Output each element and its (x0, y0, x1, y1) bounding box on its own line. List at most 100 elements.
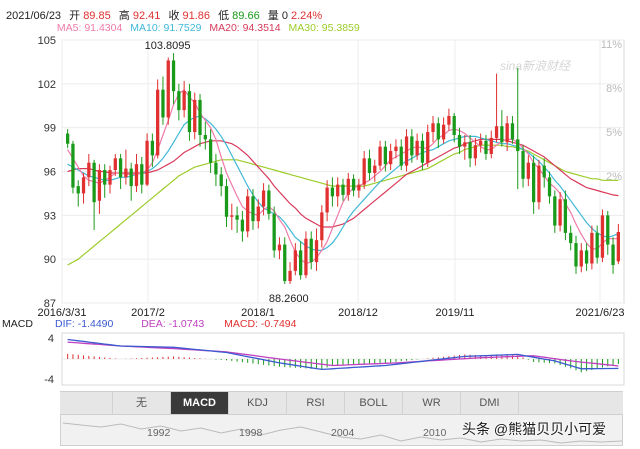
candle-body (357, 184, 361, 191)
tab-boll[interactable]: BOLL (345, 392, 403, 414)
candle-body (516, 139, 520, 152)
candle (330, 177, 335, 207)
candle-body (256, 206, 260, 222)
tab-macd[interactable]: MACD (171, 392, 229, 414)
candle-body (208, 139, 213, 163)
candle-body (346, 178, 350, 195)
candle (468, 134, 472, 168)
candle-body (145, 140, 149, 185)
candle (558, 191, 562, 232)
navigator-year: 2010 (423, 427, 447, 439)
candle-body (399, 146, 403, 166)
candle-body (595, 232, 599, 258)
candle-body (134, 164, 139, 187)
candle-body (214, 162, 218, 175)
candle-body (314, 240, 319, 263)
legend-ma20: MA20: 94.3514 (209, 22, 281, 34)
candle-body (579, 250, 583, 267)
candle-body (590, 232, 594, 264)
max-annotation: 103.8095 (145, 40, 191, 52)
y-tick-label: 105 (38, 35, 56, 47)
candle-body (182, 91, 186, 111)
candle-body (187, 91, 192, 133)
navigator-year: 1998 (239, 427, 263, 439)
candle-body (219, 174, 223, 187)
candle-body (193, 99, 197, 133)
candle-body (600, 215, 605, 258)
candle (531, 155, 536, 214)
candle-body (293, 250, 297, 271)
candle (277, 237, 282, 260)
candle (193, 92, 197, 140)
ohlc-readout: 2021/06/23 开 89.85 高 92.41 收 91.86 低 89.… (6, 7, 322, 23)
candle-body (479, 140, 483, 146)
candle-body (230, 215, 234, 217)
candle-body (330, 187, 335, 197)
candle (166, 57, 170, 125)
candle (336, 177, 340, 207)
candle (129, 162, 133, 201)
candle-body (500, 126, 504, 143)
candle (304, 231, 308, 279)
indicator-tabs: 无 MACD KDJ RSI BOLL WR DMI (60, 391, 623, 415)
tab-wr[interactable]: WR (403, 392, 461, 414)
candle-body (240, 219, 245, 232)
candle-body (171, 60, 176, 92)
x-tick-label: 2021/6/23 (576, 307, 625, 319)
candle (187, 83, 192, 141)
candle (394, 139, 398, 159)
candle-body (606, 215, 610, 245)
candle (208, 129, 213, 173)
ma5-line (67, 88, 619, 265)
candle-body (494, 126, 499, 138)
candle-body (574, 243, 578, 267)
y-tick-label: 102 (38, 79, 56, 91)
candle (404, 129, 409, 172)
candle (140, 156, 144, 194)
candle (108, 165, 112, 194)
tab-dmi[interactable]: DMI (461, 392, 519, 414)
ma-legend: MA5: 91.4304 MA10: 91.7529 MA20: 94.3514… (6, 22, 360, 34)
candle (298, 241, 303, 280)
candle (526, 155, 530, 187)
candle-body (298, 250, 303, 276)
candle-body (441, 124, 446, 140)
candle (124, 149, 128, 185)
right-tick-label: 2% (606, 171, 622, 183)
candle-body (537, 165, 541, 203)
y-tick-label: 99 (44, 123, 56, 135)
candle (600, 209, 605, 263)
candle-body (489, 137, 493, 154)
candle (214, 153, 218, 187)
candle (373, 159, 377, 182)
candle-body (108, 170, 112, 185)
candle (378, 140, 382, 171)
candle (81, 172, 86, 204)
candle (246, 189, 250, 238)
candle-body (76, 186, 80, 194)
tab-rsi[interactable]: RSI (287, 392, 345, 414)
candle (203, 121, 207, 150)
candle-body (235, 215, 239, 220)
candle (563, 190, 568, 241)
legend-dif: DIF: -1.4490 (55, 318, 114, 330)
candle-body (261, 190, 266, 207)
candle (314, 228, 319, 271)
candle (351, 174, 356, 197)
tab-kdj[interactable]: KDJ (229, 392, 287, 414)
candle-body (320, 212, 324, 241)
candle-body (267, 190, 271, 214)
candle (500, 110, 504, 147)
candle-body (140, 164, 144, 185)
candle-body (304, 238, 308, 276)
candle (463, 134, 467, 160)
macd-tick-label: -4 (44, 374, 54, 386)
tab-none[interactable]: 无 (113, 392, 171, 414)
candle (606, 210, 610, 255)
candle-body (113, 158, 117, 171)
candle-body (309, 238, 313, 263)
change-value: 2.24% (291, 10, 323, 22)
candle-body (611, 244, 615, 266)
candle-body (246, 196, 250, 232)
candle-body (129, 168, 133, 187)
